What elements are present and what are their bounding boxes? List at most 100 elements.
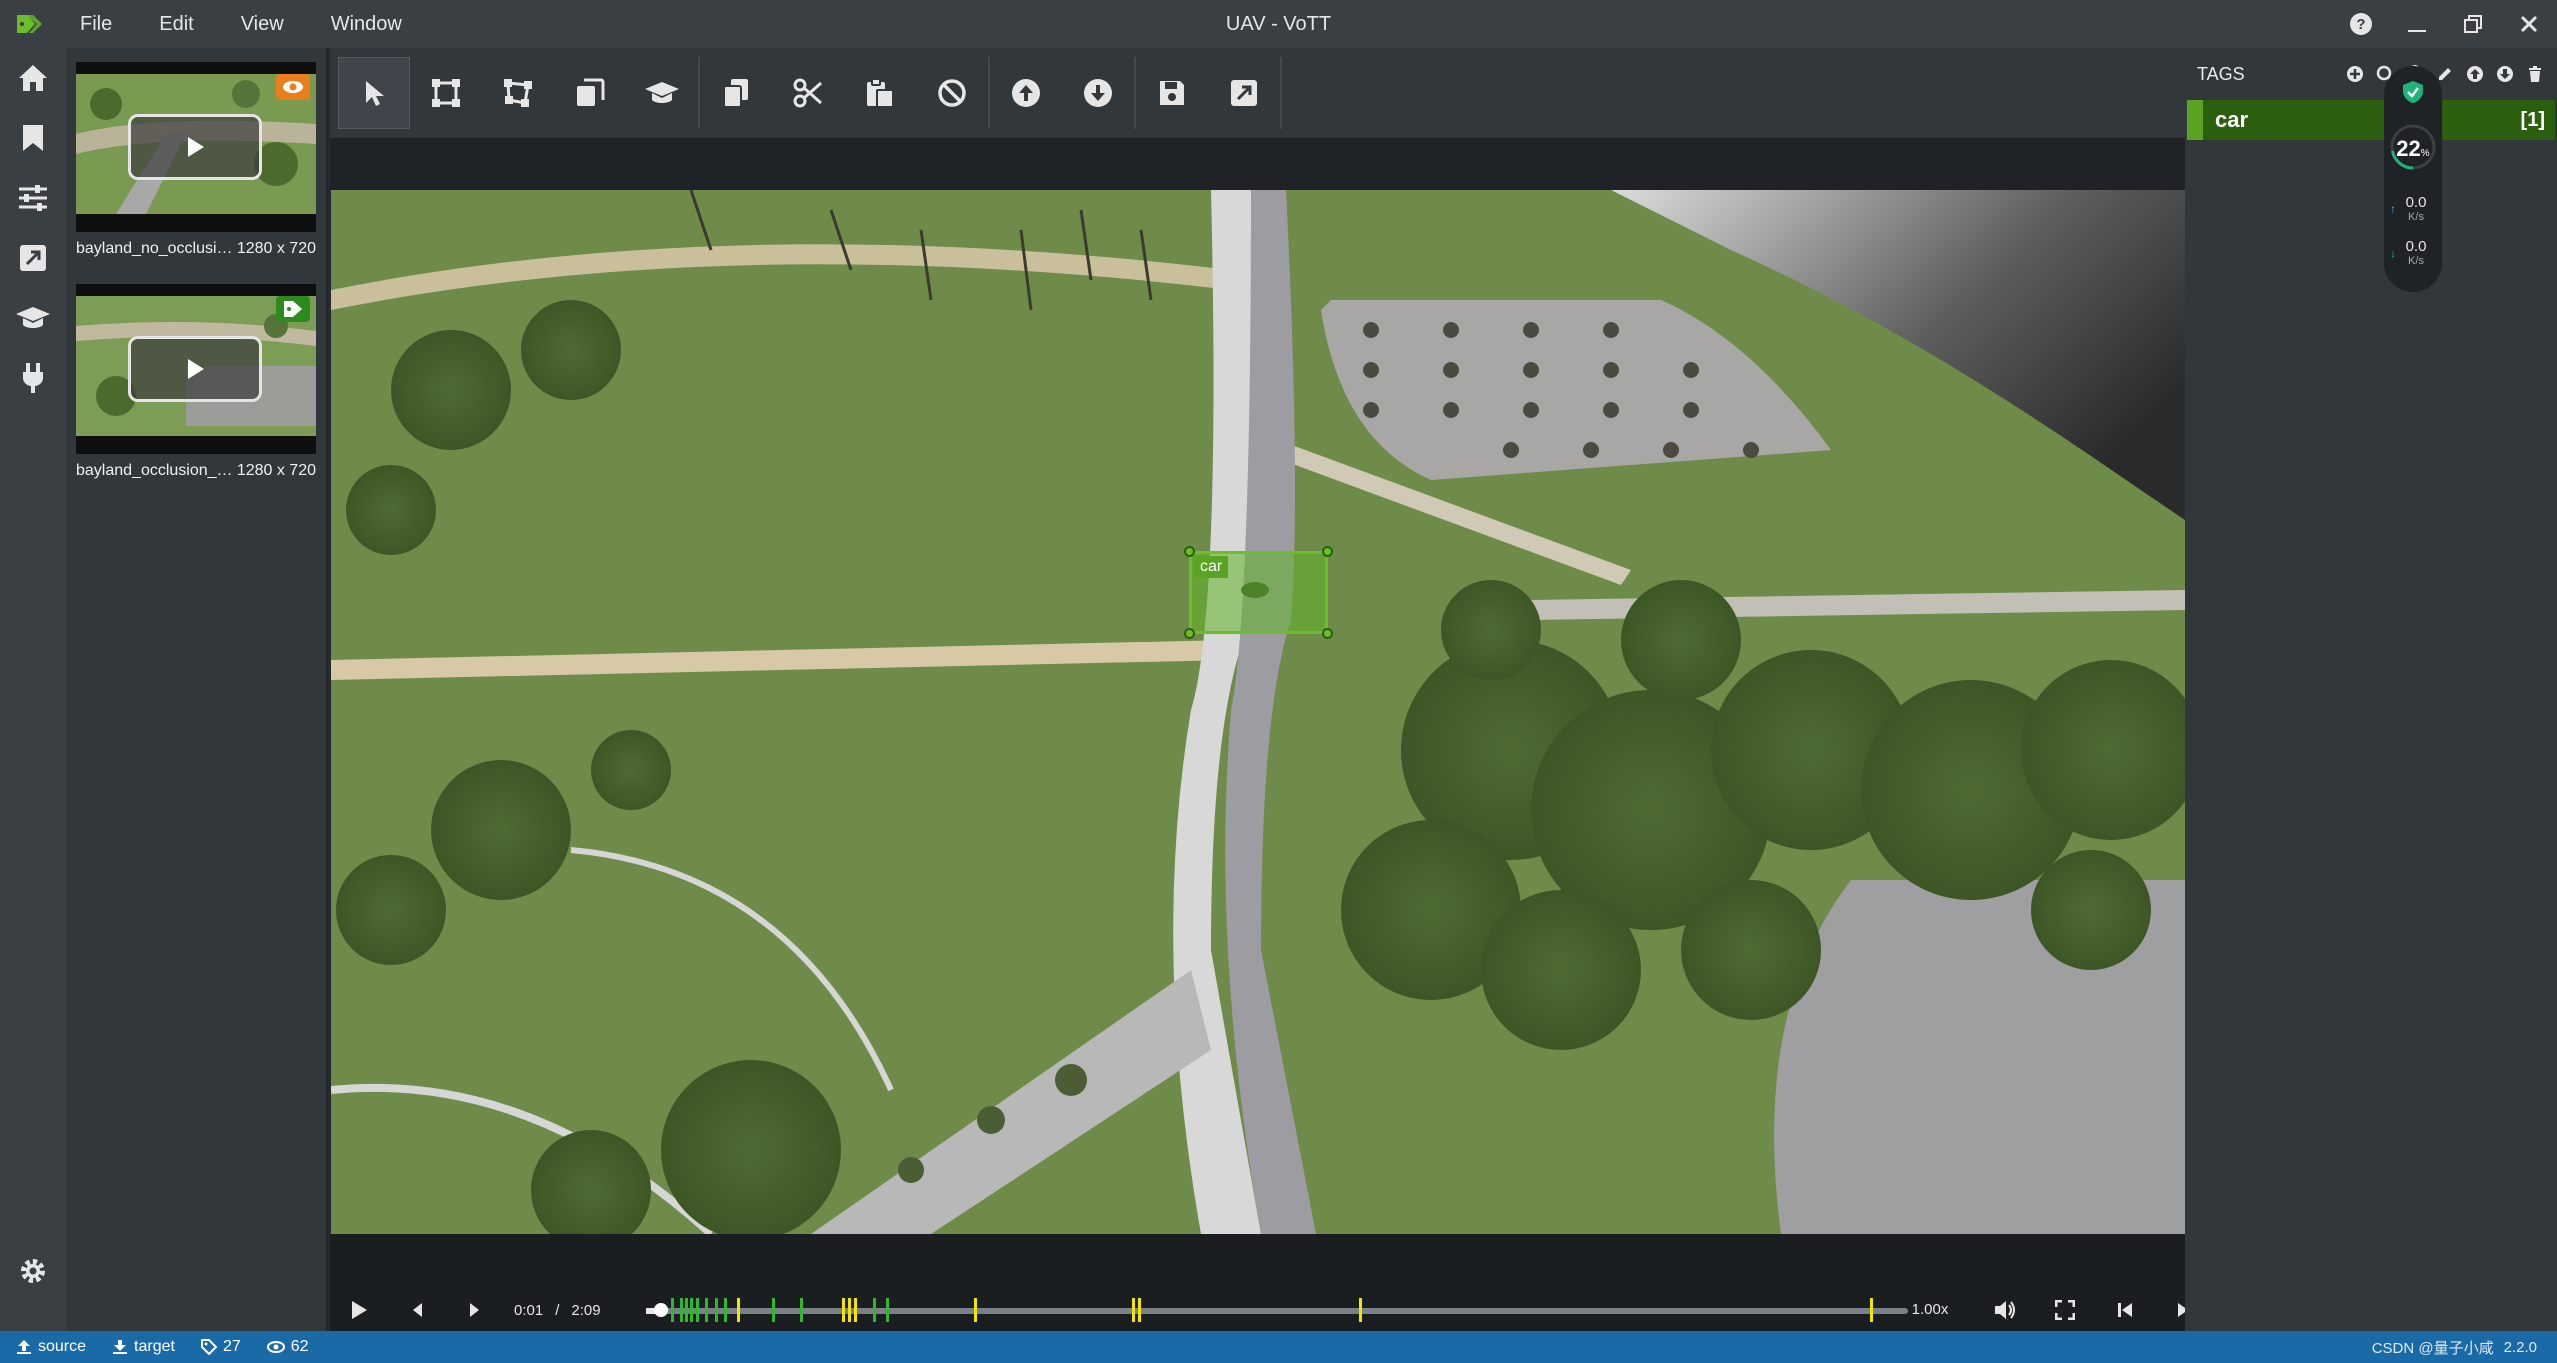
watermark: CSDN @量子小咸: [2371, 1339, 2494, 1357]
keyframe-marker[interactable]: [715, 1298, 718, 1322]
video-timeline[interactable]: [646, 1298, 1908, 1322]
help-icon[interactable]: ?: [2333, 0, 2389, 48]
restore-icon[interactable]: [2445, 0, 2501, 48]
keyframe-marker[interactable]: [737, 1298, 740, 1322]
status-bar: source target 27 62 CSDN @量子小咸 2.2.0: [0, 1331, 2557, 1363]
upload-icon: [17, 1340, 31, 1354]
keyframe-marker[interactable]: [1138, 1298, 1141, 1322]
previous-tagged-frame-icon[interactable]: [2096, 1290, 2154, 1330]
keyframe-marker[interactable]: [842, 1298, 845, 1322]
eye-icon: [266, 1341, 285, 1353]
plug-icon[interactable]: [0, 348, 66, 408]
select-icon[interactable]: [338, 57, 410, 129]
editor-toolbar: [330, 48, 2185, 138]
network-speed-widget[interactable]: 22% ↑ 0.0 K/s ↓ 0.0 K/s: [2384, 66, 2442, 292]
fullscreen-icon[interactable]: [2036, 1290, 2094, 1330]
keyframe-marker[interactable]: [873, 1298, 876, 1322]
visited-eye-icon: [276, 74, 310, 100]
tagged-tag-icon: [276, 296, 310, 322]
tag-hotkey: [1]: [2520, 108, 2545, 131]
home-icon[interactable]: [0, 48, 66, 108]
move-tag-up-icon[interactable]: [2463, 62, 2487, 86]
bookmark-icon[interactable]: [0, 108, 66, 168]
region-tag-label: car: [1194, 556, 1229, 578]
settings-gear-icon[interactable]: [0, 1241, 66, 1301]
play-video-icon[interactable]: [128, 336, 262, 402]
save-project-icon[interactable]: [1136, 57, 1208, 129]
keyframe-marker[interactable]: [1359, 1298, 1362, 1322]
previous-frame-icon[interactable]: [388, 1290, 446, 1330]
rectangle-icon[interactable]: [410, 57, 482, 129]
asset-thumbnail[interactable]: [76, 62, 316, 232]
resize-handle[interactable]: [1184, 546, 1195, 557]
keyframe-marker[interactable]: [854, 1298, 857, 1322]
tag-icon: [200, 1339, 217, 1355]
video-frame: [331, 190, 2185, 1234]
close-icon[interactable]: [2501, 0, 2557, 48]
playback-speed[interactable]: 1.00x: [1900, 1290, 1960, 1330]
keyframe-marker[interactable]: [1132, 1298, 1135, 1322]
menu-file[interactable]: File: [60, 0, 139, 48]
export-icon[interactable]: [0, 228, 66, 288]
target-label: target: [134, 1338, 175, 1355]
tag-count: 27: [222, 1338, 241, 1355]
add-tag-icon[interactable]: [2343, 62, 2367, 86]
delete-tag-icon[interactable]: [2523, 62, 2547, 86]
tag-item-car[interactable]: car [1]: [2187, 100, 2555, 140]
sliders-icon[interactable]: [0, 168, 66, 228]
move-tag-down-icon[interactable]: [2493, 62, 2517, 86]
timeline-scrubber[interactable]: [654, 1303, 668, 1317]
keyframe-marker[interactable]: [680, 1298, 683, 1322]
resize-handle[interactable]: [1184, 628, 1195, 639]
keyframe-marker[interactable]: [974, 1298, 977, 1322]
keyframe-marker[interactable]: [690, 1298, 693, 1322]
keyframe-marker[interactable]: [1870, 1298, 1873, 1322]
keyframe-marker[interactable]: [772, 1298, 775, 1322]
keyframe-marker[interactable]: [685, 1298, 688, 1322]
paste-regions-icon[interactable]: [844, 57, 916, 129]
keyframe-marker[interactable]: [886, 1298, 889, 1322]
asset-thumbnail[interactable]: [76, 284, 316, 454]
play-icon[interactable]: [330, 1290, 388, 1330]
polygon-icon[interactable]: [482, 57, 554, 129]
status-tag-count: 27: [200, 1338, 241, 1356]
next-frame-icon[interactable]: [446, 1290, 504, 1330]
menu-window[interactable]: Window: [311, 0, 429, 48]
menu-edit[interactable]: Edit: [139, 0, 220, 48]
keyframe-marker[interactable]: [671, 1298, 674, 1322]
cpu-usage-value: 22%: [2396, 136, 2430, 161]
canvas-header-strip: [330, 138, 2185, 190]
asset-item[interactable]: bayland_no_occlusio... 1280 x 720: [76, 62, 316, 258]
status-visited-count: 62: [266, 1338, 309, 1356]
title-bar: File Edit View Window UAV - VoTT ?: [0, 0, 2557, 48]
editor-canvas[interactable]: car: [331, 190, 2185, 1234]
status-source[interactable]: source: [16, 1338, 86, 1356]
keyframe-marker[interactable]: [848, 1298, 851, 1322]
next-asset-icon[interactable]: [1062, 57, 1134, 129]
play-video-icon[interactable]: [128, 114, 262, 180]
tag-color-swatch[interactable]: [2187, 100, 2203, 140]
asset-item[interactable]: bayland_occlusion_pl... 1280 x 720: [76, 284, 316, 480]
tag-name: car: [2215, 107, 2249, 132]
bounding-box-region[interactable]: car: [1184, 546, 1333, 639]
keyframe-marker[interactable]: [724, 1298, 727, 1322]
copy-regions-icon[interactable]: [700, 57, 772, 129]
graduation-cap-icon[interactable]: [0, 288, 66, 348]
cut-regions-icon[interactable]: [772, 57, 844, 129]
resize-handle[interactable]: [1322, 546, 1333, 557]
keyframe-marker[interactable]: [800, 1298, 803, 1322]
remove-all-regions-icon[interactable]: [916, 57, 988, 129]
minimize-icon[interactable]: [2389, 0, 2445, 48]
volume-icon[interactable]: [1976, 1290, 2034, 1330]
status-target[interactable]: target: [112, 1338, 175, 1356]
tags-toolbar: [2343, 62, 2547, 86]
active-learning-icon[interactable]: [626, 57, 698, 129]
app-logo-icon: [0, 0, 60, 48]
resize-handle[interactable]: [1322, 628, 1333, 639]
export-project-icon[interactable]: [1208, 57, 1280, 129]
keyframe-marker[interactable]: [705, 1298, 708, 1322]
copy-rectangle-icon[interactable]: [554, 57, 626, 129]
keyframe-marker[interactable]: [696, 1298, 699, 1322]
menu-view[interactable]: View: [221, 0, 311, 48]
previous-asset-icon[interactable]: [990, 57, 1062, 129]
